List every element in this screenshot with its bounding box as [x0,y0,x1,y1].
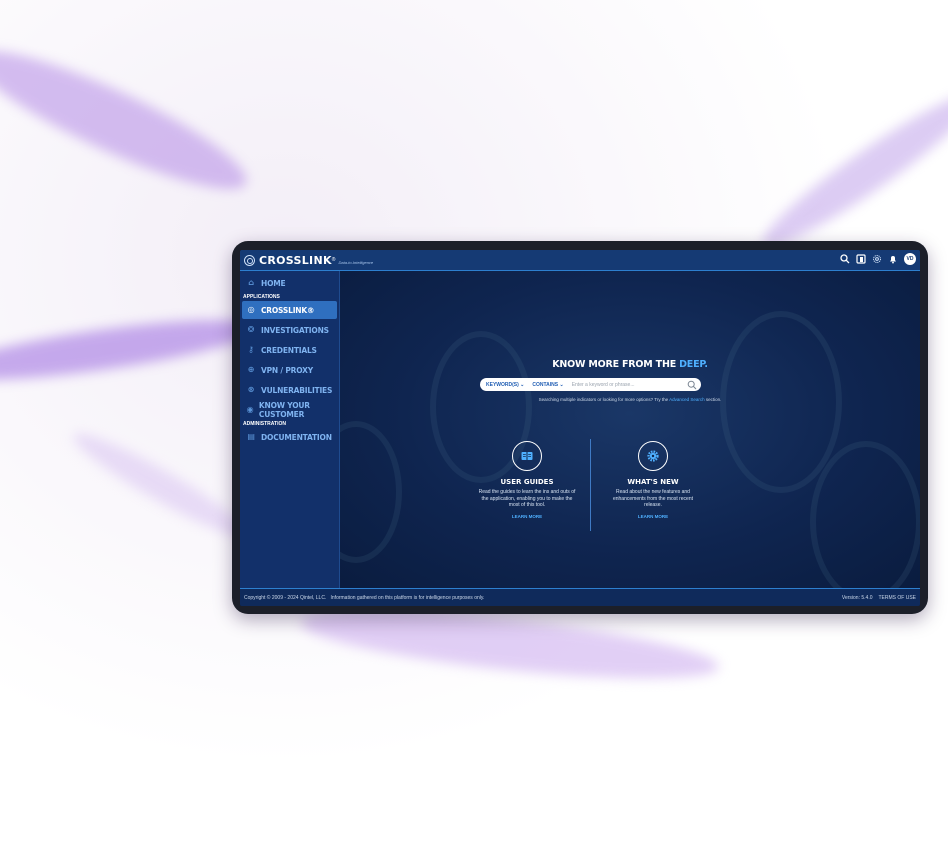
vulnerabilities-icon: ⊗ [247,385,255,394]
background-streak [65,422,255,548]
bell-icon[interactable] [888,254,898,264]
search-button-icon[interactable] [687,380,697,390]
settings-icon[interactable] [872,254,882,264]
vpn-icon: ⊕ [247,365,255,374]
sidebar-item-label: CREDENTIALS [261,345,317,355]
data-icon[interactable] [856,254,866,264]
administration-heading: ADMINISTRATION [243,421,286,427]
cards-divider [590,439,591,531]
brand-name: CROSSLINK [259,253,332,267]
main-content: KNOW MORE FROM THE DEEP. KEYWORD(S) ⌄ CO… [340,271,920,588]
investigations-icon: ❂ [247,325,255,334]
sidebar-item-label: INVESTIGATIONS [261,325,329,335]
kyc-icon: ◉ [246,405,254,414]
sidebar: ⌂ HOME APPLICATIONS ◎ CROSSLINK® ❂ INVES… [240,271,340,588]
card-description: Read the guides to learn the ins and out… [478,489,576,508]
footer-copyright: Copyright © 2009 - 2024 Qintel, LLC. Inf… [244,595,485,601]
sidebar-item-investigations[interactable]: ❂ INVESTIGATIONS [242,321,337,339]
user-guides-learn-more-link[interactable]: LEARN MORE [467,514,587,519]
sidebar-item-know-your-customer[interactable]: ◉ KNOW YOUR CUSTOMER [242,401,337,419]
tablet-frame: CROSSLINK ® Data-to-Intelligence VD ⌂ HO… [232,241,928,614]
search-hint: Searching multiple indicators or looking… [340,397,920,402]
background-decoration [340,421,402,563]
card-description: Read about the new features and enhancem… [612,489,694,508]
sidebar-item-vulnerabilities[interactable]: ⊗ VULNERABILITIES [242,381,337,399]
top-icons: VD [840,253,916,265]
top-bar: CROSSLINK ® Data-to-Intelligence VD [240,250,920,271]
sidebar-item-crosslink[interactable]: ◎ CROSSLINK® [242,301,337,319]
sidebar-item-label: VULNERABILITIES [261,385,333,395]
sidebar-item-documentation[interactable]: ▤ DOCUMENTATION [242,428,337,446]
sidebar-item-credentials[interactable]: ⚷ CREDENTIALS [242,341,337,359]
documentation-icon: ▤ [247,432,255,441]
search-bar: KEYWORD(S) ⌄ CONTAINS ⌄ [480,378,701,391]
keyword-dropdown[interactable]: KEYWORD(S) ⌄ [486,382,524,388]
sidebar-item-label: DOCUMENTATION [261,432,332,442]
crosslink-icon: ◎ [247,305,255,314]
whats-new-card: WHAT'S NEW Read about the new features a… [593,441,713,519]
background-streak [752,79,948,261]
book-icon [512,441,542,471]
credentials-icon: ⚷ [248,345,254,354]
advanced-search-link[interactable]: Advanced Search [669,397,705,402]
brand-registered: ® [331,257,336,263]
footer-right: Version: 5.4.0 TERMS OF USE [842,595,916,601]
brand-tagline: Data-to-Intelligence [338,259,374,265]
user-avatar[interactable]: VD [904,253,916,265]
footer: Copyright © 2009 - 2024 Qintel, LLC. Inf… [240,588,920,606]
sidebar-item-label: KNOW YOUR CUSTOMER [258,401,310,419]
search-icon[interactable] [840,254,850,264]
app-screen: CROSSLINK ® Data-to-Intelligence VD ⌂ HO… [240,250,920,606]
user-guides-card: USER GUIDES Read the guides to learn the… [467,441,587,519]
background-streak [0,29,259,211]
hero-title-accent: DEEP. [679,359,708,370]
gear-icon [638,441,668,471]
applications-heading: APPLICATIONS [243,294,280,300]
sidebar-item-label: CROSSLINK® [261,305,315,315]
contains-dropdown[interactable]: CONTAINS ⌄ [532,382,563,388]
card-title: USER GUIDES [500,478,554,486]
background-decoration [810,441,920,588]
sidebar-item-vpn-proxy[interactable]: ⊕ VPN / PROXY [242,361,337,379]
sidebar-item-label: HOME [261,278,286,288]
hero-title-prefix: KNOW MORE FROM THE [552,359,680,370]
hero-title: KNOW MORE FROM THE DEEP. [340,359,920,370]
home-icon: ⌂ [248,278,254,287]
search-hint-prefix: Searching multiple indicators or looking… [538,397,670,402]
background-streak [0,307,262,393]
search-input[interactable] [571,379,687,390]
card-title: WHAT'S NEW [627,478,679,486]
background-decoration [720,311,842,493]
whats-new-learn-more-link[interactable]: LEARN MORE [593,514,713,519]
sidebar-item-label: VPN / PROXY [261,365,313,375]
terms-of-use-link[interactable]: TERMS OF USE [878,595,916,601]
version-label: Version: 5.4.0 [841,595,873,601]
brand-logo[interactable]: CROSSLINK ® Data-to-Intelligence [244,254,373,267]
search-hint-suffix: section. [704,397,722,402]
sidebar-item-home[interactable]: ⌂ HOME [242,274,337,292]
crosslink-logo-icon [244,254,255,266]
